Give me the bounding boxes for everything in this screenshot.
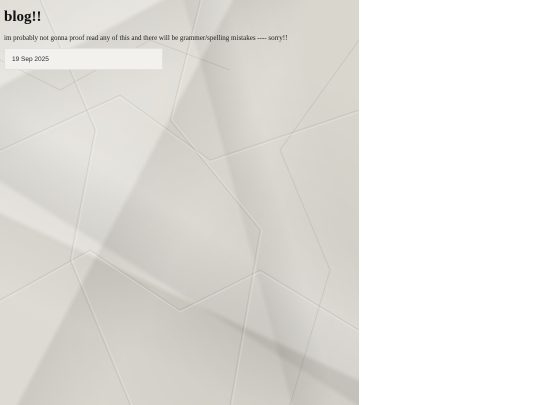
- page-title: blog!!: [4, 9, 42, 25]
- post-card[interactable]: 19 Sep 2025: [4, 48, 163, 70]
- crumpled-paper-background: blog!! im probably not gonna proof read …: [0, 0, 359, 405]
- blog-disclaimer: im probably not gonna proof read any of …: [4, 34, 288, 42]
- post-date: 19 Sep 2025: [12, 56, 49, 63]
